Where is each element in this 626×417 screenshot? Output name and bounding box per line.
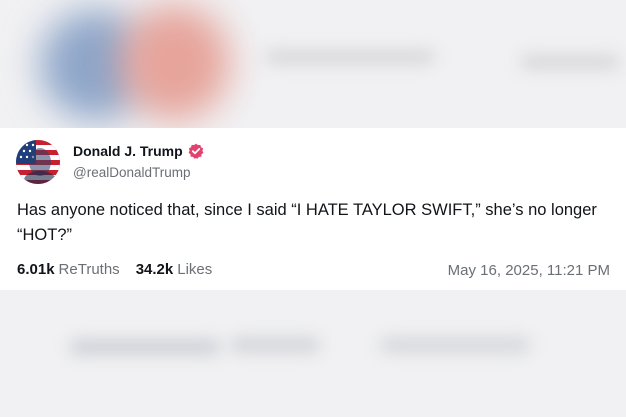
blurred-text <box>265 50 435 64</box>
blurred-text <box>70 340 220 354</box>
author-handle[interactable]: @realDonaldTrump <box>73 165 191 180</box>
blurred-next-post <box>0 290 626 417</box>
post-text: Has anyone noticed that, since I said “I… <box>17 201 597 244</box>
author-display-name[interactable]: Donald J. Trump <box>73 143 183 159</box>
likes-label[interactable]: Likes <box>177 261 212 278</box>
truth-post-card[interactable]: Donald J. Trump @realDonaldTrump Has any… <box>0 128 626 290</box>
author-name-row: Donald J. Trump <box>73 143 204 159</box>
blurred-avatar-red <box>120 5 230 120</box>
blurred-text <box>380 338 530 352</box>
screenshot-stage: Donald J. Trump @realDonaldTrump Has any… <box>0 0 626 417</box>
post-stats: 6.01k ReTruths 34.2k Likes <box>17 261 212 278</box>
author-avatar[interactable] <box>16 140 60 184</box>
verified-badge-icon <box>188 143 204 159</box>
post-timestamp[interactable]: May 16, 2025, 11:21 PM <box>448 262 610 279</box>
blurred-text <box>520 55 620 69</box>
retruths-count[interactable]: 6.01k <box>17 261 55 278</box>
blurred-previous-post <box>0 0 626 130</box>
blurred-text <box>230 338 320 352</box>
retruths-label[interactable]: ReTruths <box>59 261 120 278</box>
likes-count[interactable]: 34.2k <box>136 261 174 278</box>
